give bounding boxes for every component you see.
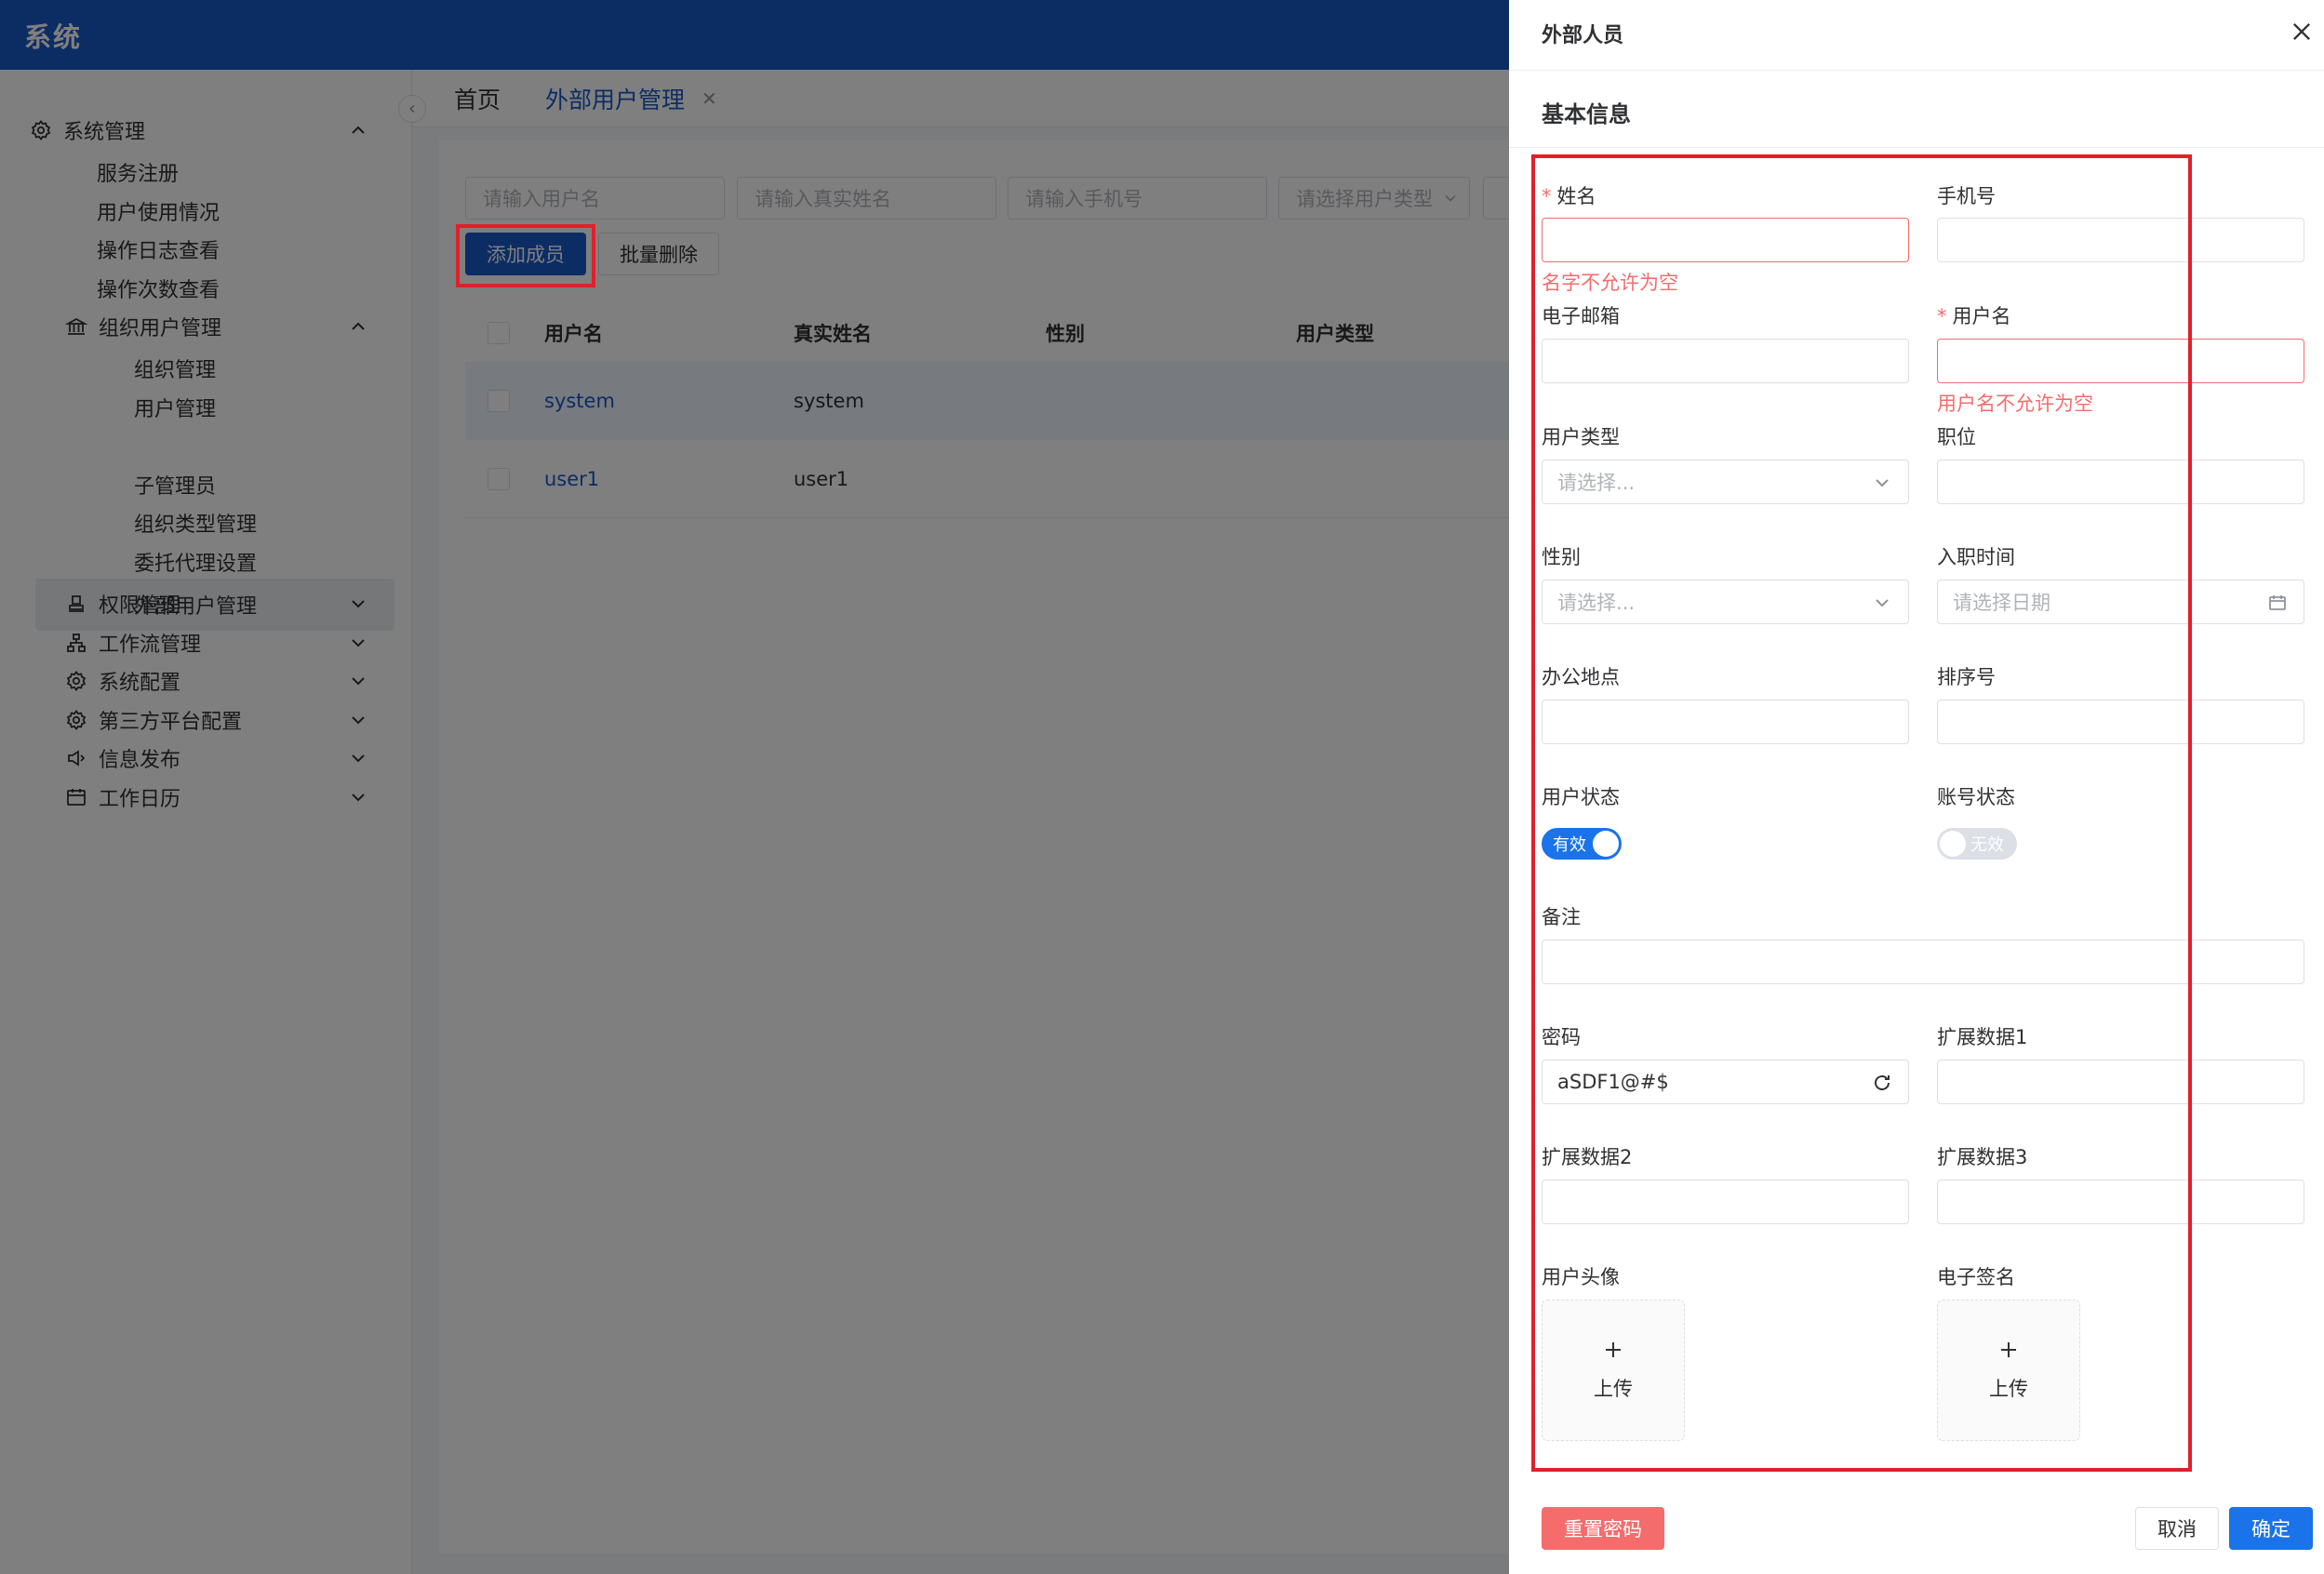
confirm-button[interactable]: 确定 [2229,1507,2313,1550]
divider [1509,147,2324,148]
modal-overlay[interactable] [0,0,1509,1574]
reset-password-button[interactable]: 重置密码 [1542,1507,1664,1550]
divider [1509,70,2324,71]
cancel-button[interactable]: 取消 [2135,1507,2219,1550]
drawer-panel: 外部人员 基本信息 * 姓名 名字不允许为空 手机号 电子邮箱 * 用户名 用户名不… [1509,0,2324,1574]
highlight-add-button [456,224,595,287]
highlight-form-area [1531,154,2192,1472]
drawer-title: 外部人员 [1542,24,1624,47]
section-title: 基本信息 [1542,101,1631,127]
calendar-icon [2269,595,2286,610]
close-icon[interactable] [2289,19,2315,45]
